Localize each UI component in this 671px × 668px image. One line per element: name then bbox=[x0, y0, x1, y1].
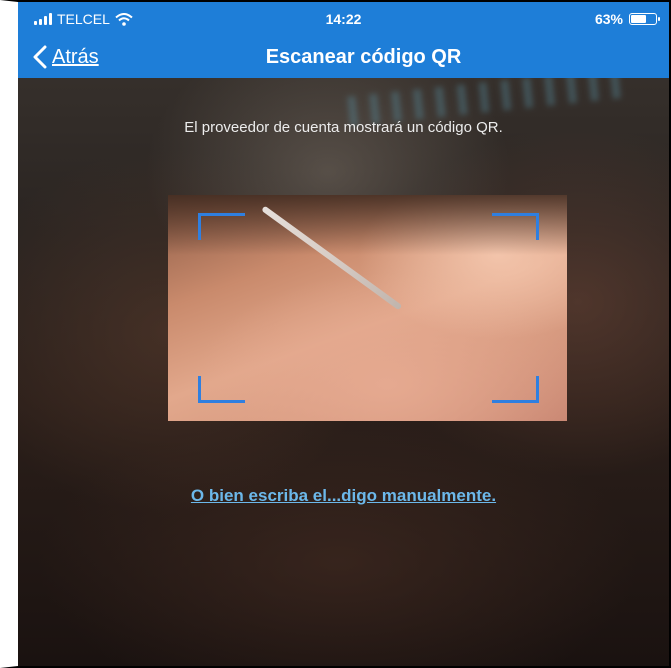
frame-corner-top-left bbox=[198, 213, 245, 240]
back-button[interactable]: Atrás bbox=[32, 40, 99, 74]
chevron-left-icon bbox=[33, 45, 47, 69]
manual-entry-link[interactable]: O bien escriba el...digo manualmente. bbox=[18, 486, 669, 506]
battery-percent: 63% bbox=[594, 11, 623, 27]
camera-viewfinder: TELCEL 14:22 63% Escanear código QR Atrá… bbox=[18, 2, 669, 666]
back-label: Atrás bbox=[52, 45, 99, 68]
phone-frame: TELCEL 14:22 63% Escanear código QR Atrá… bbox=[0, 0, 671, 668]
frame-corner-bottom-right bbox=[492, 376, 539, 403]
scan-instruction: El proveedor de cuenta mostrará un códig… bbox=[184, 119, 503, 136]
navigation-bar: Escanear código QR Atrás bbox=[18, 36, 669, 78]
battery-icon bbox=[629, 13, 660, 25]
frame-corner-top-right bbox=[492, 213, 539, 240]
page-title: Escanear código QR bbox=[265, 46, 462, 68]
frame-corner-bottom-left bbox=[198, 376, 245, 403]
status-bar: TELCEL 14:22 63% bbox=[18, 2, 669, 36]
status-time: 14:22 bbox=[325, 11, 362, 27]
battery-level-fill bbox=[631, 15, 647, 23]
battery-group: 63% bbox=[594, 11, 660, 27]
qr-scan-area bbox=[168, 195, 567, 421]
